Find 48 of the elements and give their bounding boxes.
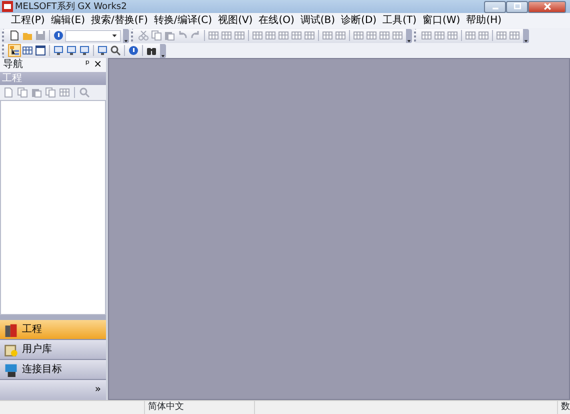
- menu-item[interactable]: 帮助(H): [463, 14, 505, 27]
- toolbar-options-button[interactable]: [123, 28, 129, 42]
- document-icon[interactable]: [9, 30, 20, 41]
- menu-item[interactable]: 搜索/替换(F): [88, 14, 151, 27]
- grid-icon[interactable]: [22, 45, 33, 56]
- book-icon: [3, 342, 19, 356]
- app-logo-icon: [2, 1, 13, 12]
- more-button[interactable]: »: [94, 385, 101, 395]
- nav-button[interactable]: 工程: [0, 320, 106, 340]
- menu-item[interactable]: 视图(V): [215, 14, 256, 27]
- monitor-icon[interactable]: [66, 45, 77, 56]
- pin-button[interactable]: ᵖ: [84, 60, 91, 70]
- minimize-button[interactable]: [484, 0, 506, 12]
- help-icon[interactable]: [128, 45, 139, 56]
- close-button[interactable]: ×: [92, 60, 103, 70]
- binoculars-icon[interactable]: [146, 45, 157, 56]
- menu-item[interactable]: 在线(O): [256, 14, 298, 27]
- menu-item[interactable]: 调试(B): [297, 14, 338, 27]
- menu-item[interactable]: 窗口(W): [420, 14, 464, 27]
- menu-item[interactable]: 转换/编译(C): [150, 14, 216, 27]
- section-header: 工程: [0, 72, 106, 85]
- toolbar-options-button[interactable]: [523, 28, 529, 42]
- computer-icon: [3, 362, 19, 376]
- tree-icon[interactable]: [9, 45, 20, 56]
- dropdown-field[interactable]: [65, 30, 121, 42]
- nav-button[interactable]: 用户库: [0, 340, 106, 360]
- panel-title: 导航: [3, 59, 24, 71]
- menu-item[interactable]: 编辑(E): [48, 14, 88, 27]
- window-title: MELSOFT系列 GX Works2: [15, 0, 127, 12]
- monitor-icon[interactable]: [97, 45, 108, 56]
- menu-item[interactable]: 工具(T): [380, 14, 420, 27]
- window-icon[interactable]: [35, 45, 46, 56]
- status-text: 简体中文: [145, 401, 255, 414]
- toolbar-options-button[interactable]: [406, 28, 412, 42]
- search-icon[interactable]: [110, 45, 121, 56]
- monitor-icon[interactable]: [53, 45, 64, 56]
- close-button[interactable]: [528, 0, 566, 12]
- menu-item[interactable]: 工程(P): [8, 14, 48, 27]
- plc-icon: [3, 322, 19, 336]
- monitor-icon[interactable]: [79, 45, 90, 56]
- menu-item[interactable]: 诊断(D): [338, 14, 380, 27]
- help-icon[interactable]: [53, 30, 64, 41]
- nav-button[interactable]: 连接目标: [0, 360, 106, 380]
- maximize-button[interactable]: [506, 0, 528, 12]
- toolbar-options-button[interactable]: [160, 44, 166, 58]
- close-icon: [542, 2, 552, 11]
- maximize-icon: [512, 2, 522, 11]
- status-text: 数: [560, 401, 570, 414]
